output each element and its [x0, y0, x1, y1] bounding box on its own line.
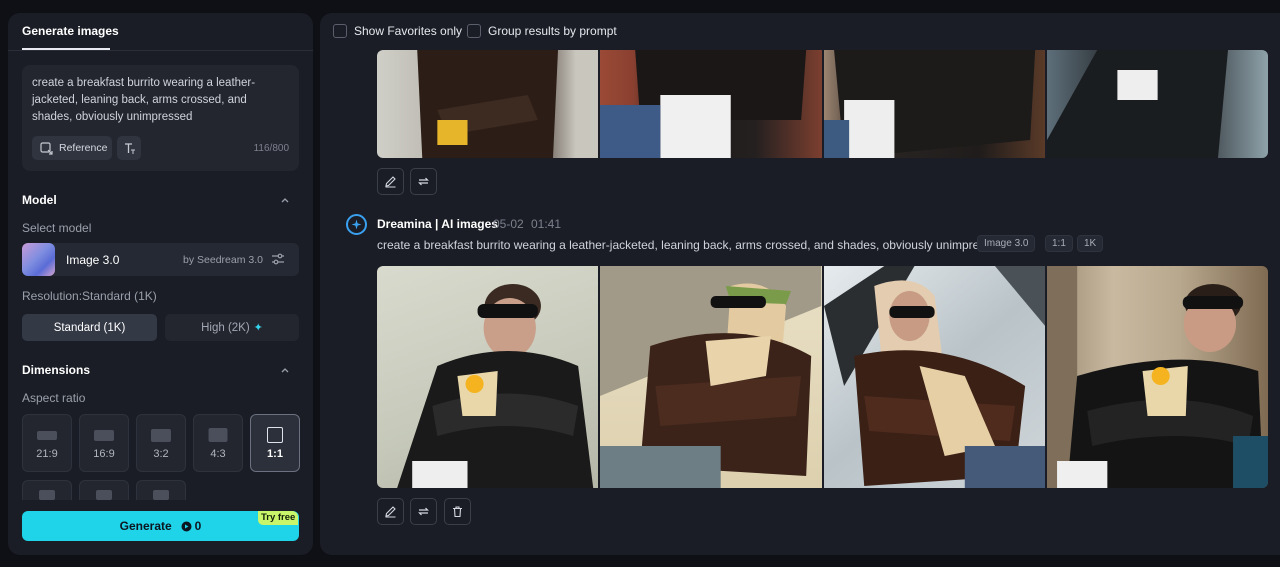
result-image[interactable]	[1046, 266, 1268, 488]
generation-source: Dreamina | AI images	[377, 217, 498, 231]
image-artwork	[600, 50, 807, 158]
regenerate-icon	[418, 507, 429, 516]
result-image[interactable]	[1046, 50, 1268, 158]
select-model-label: Select model	[22, 221, 92, 235]
model-selector[interactable]: Image 3.0 by Seedream 3.0	[22, 243, 299, 276]
text-style-icon	[124, 142, 135, 154]
dreamina-logo-icon	[346, 214, 367, 235]
char-count: 116/800	[253, 143, 289, 154]
delete-icon	[453, 506, 462, 518]
image-artwork	[823, 50, 1035, 158]
image-artwork	[1046, 50, 1228, 158]
ratio-1-1-button[interactable]: 1:1	[250, 414, 300, 472]
edit-button[interactable]	[377, 498, 404, 525]
delete-button[interactable]	[444, 498, 471, 525]
ratio-shape-icon	[37, 431, 57, 440]
ratio-4-3-button[interactable]: 4:3	[193, 414, 243, 472]
ratio-shape-icon	[208, 428, 228, 442]
try-free-badge: Try free	[258, 511, 299, 525]
panel-divider	[8, 50, 313, 51]
result-image[interactable]	[600, 266, 822, 488]
credit-value: 0	[194, 519, 202, 533]
results-panel: Show Favorites only Group results by pro…	[320, 13, 1280, 555]
ratio-more-button[interactable]	[136, 480, 186, 500]
image-artwork	[823, 266, 1045, 488]
image-artwork	[600, 266, 822, 488]
result-image[interactable]	[823, 50, 1045, 158]
regenerate-button[interactable]	[410, 168, 437, 195]
image-artwork	[397, 284, 594, 488]
ratio-label: 4:3	[210, 448, 226, 460]
ratio-shape-icon	[153, 490, 169, 500]
credit-count: 0	[181, 519, 202, 533]
ratio-label: 1:1	[267, 448, 283, 460]
group-label: Group results by prompt	[488, 24, 617, 38]
generation-prompt[interactable]: create a breakfast burrito wearing a lea…	[377, 238, 1005, 252]
ratio-16-9-button[interactable]: 16:9	[79, 414, 129, 472]
group-filter[interactable]: Group results by prompt	[467, 24, 617, 38]
tag-resolution: 1K	[1077, 235, 1104, 252]
favorites-label: Show Favorites only	[354, 24, 463, 38]
model-name: Image 3.0	[66, 253, 120, 267]
model-provider: by Seedream 3.0	[183, 254, 263, 266]
generation-time: 01:41	[531, 217, 562, 231]
ratio-21-9-button[interactable]: 21:9	[22, 414, 72, 472]
result-images	[377, 266, 1268, 488]
model-thumbnail	[22, 243, 55, 276]
chevron-up-icon[interactable]	[279, 194, 291, 206]
ratio-shape-icon	[94, 430, 114, 441]
chevron-up-icon[interactable]	[279, 364, 291, 376]
ratio-more-button[interactable]	[22, 480, 72, 500]
edit-icon	[385, 506, 396, 518]
left-panel: Generate images create a breakfast burri…	[8, 13, 313, 555]
ratio-label: 16:9	[93, 448, 115, 460]
tag-model: Image 3.0	[977, 235, 1036, 252]
tag-ratio: 1:1	[1045, 235, 1073, 252]
reference-label: Reference	[59, 142, 108, 154]
result-image[interactable]	[600, 50, 822, 158]
ratio-shape-icon	[267, 427, 283, 443]
favorites-checkbox[interactable]	[333, 24, 347, 38]
ratio-shape-icon	[96, 490, 112, 500]
model-section-title: Model	[22, 193, 57, 207]
generate-label: Generate	[119, 519, 172, 533]
ratio-label: 21:9	[36, 448, 58, 460]
ratio-shape-icon	[39, 490, 55, 500]
image-artwork	[417, 50, 559, 158]
high-label: High (2K)	[201, 321, 250, 334]
image-artwork	[1046, 266, 1268, 488]
edit-icon	[385, 176, 396, 188]
aspect-ratio-label: Aspect ratio	[22, 391, 86, 405]
result-image[interactable]	[377, 50, 599, 158]
reference-icon	[40, 141, 53, 155]
resolution-label: Resolution:Standard (1K)	[22, 289, 157, 303]
result-image[interactable]	[377, 266, 599, 488]
ratio-label: 3:2	[153, 448, 169, 460]
sparkle-icon: ✦	[253, 322, 263, 334]
text-style-button[interactable]	[117, 136, 141, 160]
regenerate-button[interactable]	[410, 498, 437, 525]
dimensions-section-title: Dimensions	[22, 363, 91, 377]
standard-label: Standard (1K)	[53, 321, 126, 334]
ratio-shape-icon	[151, 429, 171, 442]
edit-button[interactable]	[377, 168, 404, 195]
generation-date: 05-02	[493, 217, 524, 231]
resolution-standard-button[interactable]: Standard (1K)	[22, 314, 157, 341]
reference-button[interactable]: Reference	[32, 136, 112, 160]
prompt-input[interactable]: create a breakfast burrito wearing a lea…	[32, 75, 282, 126]
prompt-box[interactable]: create a breakfast burrito wearing a lea…	[22, 65, 299, 171]
ratio-3-2-button[interactable]: 3:2	[136, 414, 186, 472]
favorites-filter[interactable]: Show Favorites only	[333, 24, 462, 38]
tab-generate-images[interactable]: Generate images	[22, 24, 119, 38]
settings-sliders-icon[interactable]	[271, 252, 285, 266]
credit-icon	[181, 521, 192, 531]
result-image[interactable]	[823, 266, 1045, 488]
previous-result-images	[377, 50, 1268, 158]
resolution-high-button[interactable]: High (2K) ✦	[165, 314, 299, 341]
ratio-more-button[interactable]	[79, 480, 129, 500]
regenerate-icon	[418, 177, 429, 186]
group-checkbox[interactable]	[467, 24, 481, 38]
